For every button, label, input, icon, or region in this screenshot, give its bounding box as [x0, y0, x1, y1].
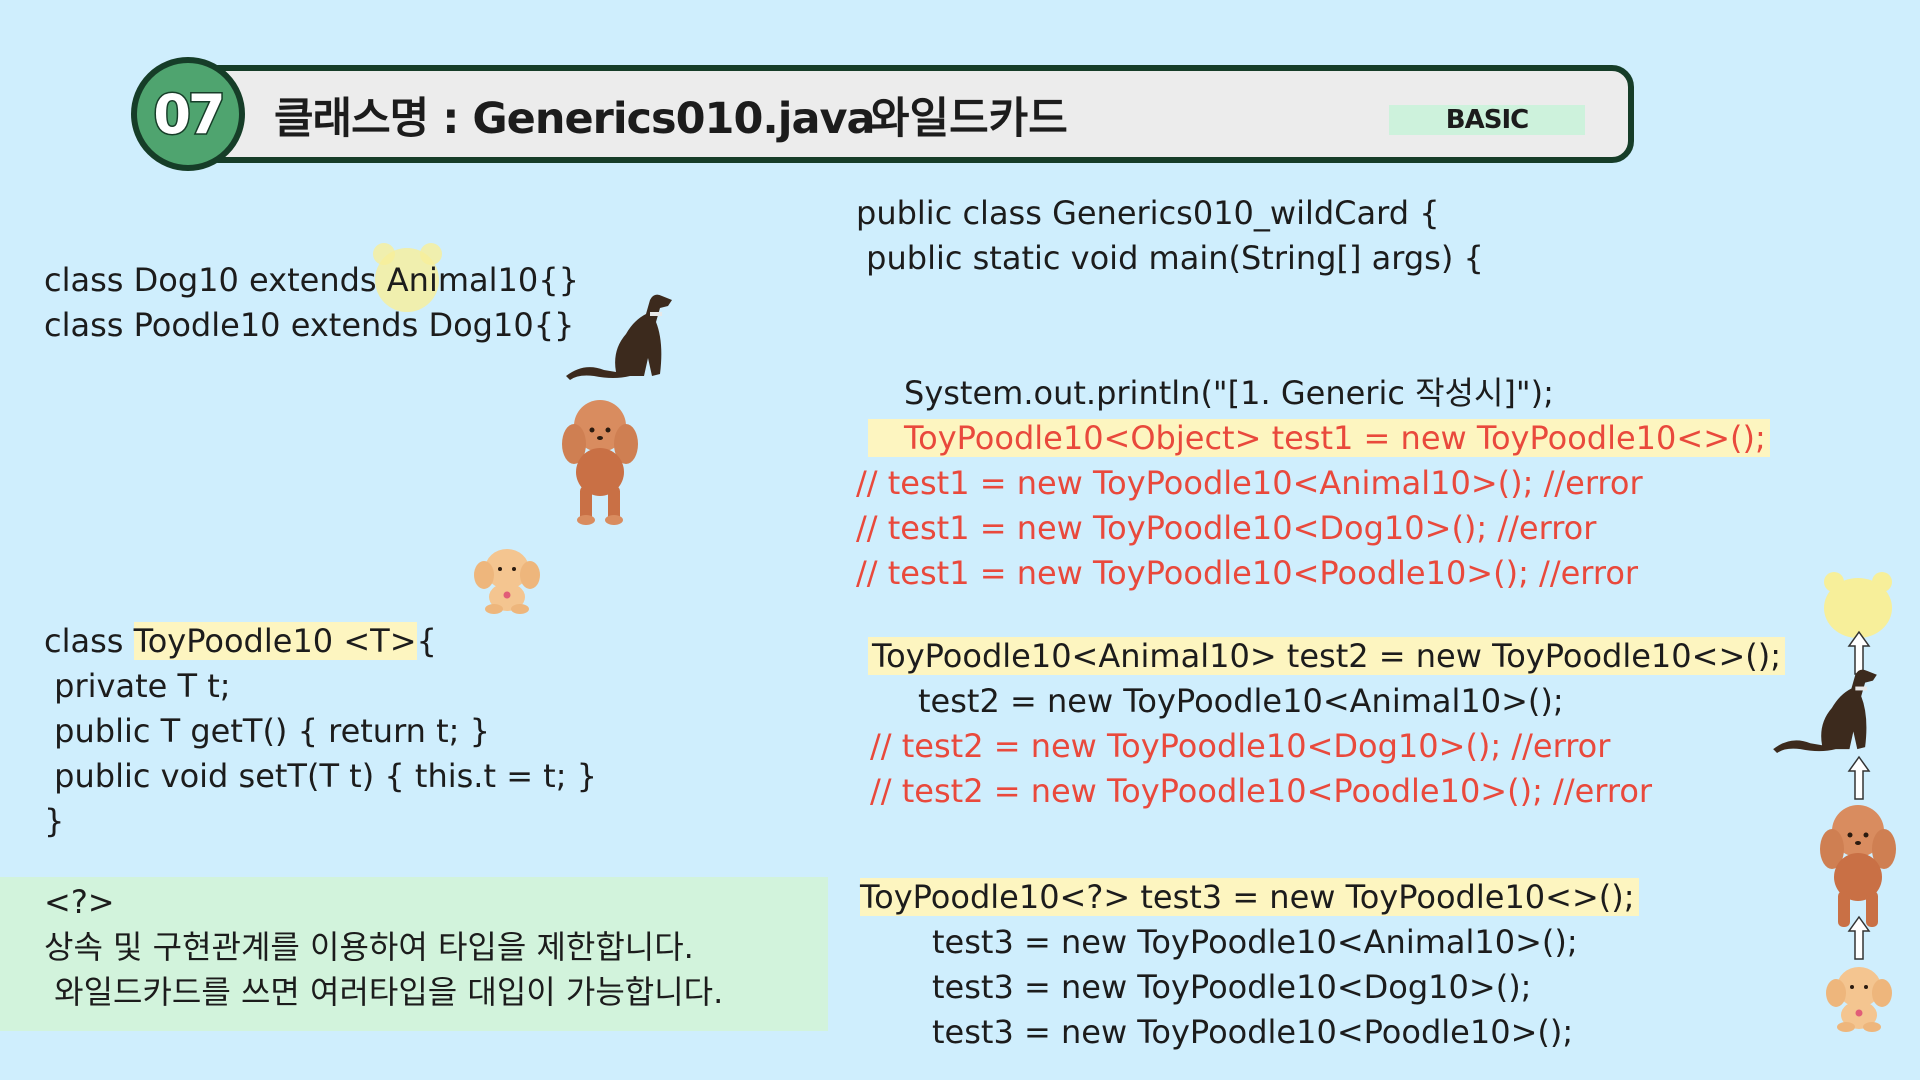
test3-assign-dog: test3 = new ToyPoodle10<Dog10>();	[932, 968, 1532, 1006]
toy-poodle-icon	[1826, 967, 1892, 1032]
class-dog-line: class Dog10 extends Animal10{}	[44, 261, 579, 299]
up-arrow-icon	[1847, 755, 1871, 800]
test1-declaration-text: ToyPoodle10<Object> test1 = new ToyPoodl…	[868, 419, 1770, 457]
class-close-line: }	[44, 802, 65, 840]
test3-assign-poodle: test3 = new ToyPoodle10<Poodle10>();	[932, 1013, 1574, 1051]
dog-icon	[1773, 669, 1877, 754]
note-line-1: 상속 및 구현관계를 이용하여 타입을 제한합니다.	[44, 928, 694, 966]
poodle-icon	[562, 400, 638, 525]
section-number: 07	[152, 81, 227, 147]
field-line: private T t;	[44, 667, 231, 705]
class-declaration: public class Generics010_wildCard {	[856, 194, 1440, 232]
page-title: 클래스명 : Generics010.java	[274, 94, 876, 144]
test2-declaration-text: ToyPoodle10<Animal10> test2 = new ToyPoo…	[868, 637, 1785, 675]
println-line: System.out.println("[1. Generic 작성시]");	[904, 374, 1554, 412]
note-line-2: 와일드카드를 쓰면 여러타입을 대입이 가능합니다.	[44, 973, 724, 1011]
main-declaration: public static void main(String[] args) {	[856, 239, 1484, 277]
class-open-brace: {	[416, 622, 437, 660]
level-tag: BASIC	[1389, 105, 1585, 135]
note-text: <?> 상속 및 구현관계를 이용하여 타입을 제한합니다. 와일드카드를 쓰면 …	[44, 880, 723, 1015]
class-poodle-line: class Poodle10 extends Dog10{}	[44, 306, 575, 344]
class-toypoodle-line: class ToyPoodle10 <T>{	[44, 619, 437, 664]
class-keyword: class	[44, 622, 134, 660]
test2-declaration: ToyPoodle10<Animal10> test2 = new ToyPoo…	[868, 634, 1785, 679]
page-subtitle: 와일드카드	[870, 94, 1068, 144]
test3-declaration: ToyPoodle10<?> test3 = new ToyPoodle10<>…	[860, 875, 1639, 920]
test2-assign: test2 = new ToyPoodle10<Animal10>();	[918, 682, 1564, 720]
section-number-badge: 07	[131, 57, 245, 171]
setter-line: public void setT(T t) { this.t = t; }	[44, 757, 598, 795]
getter-line: public T getT() { return t; }	[44, 712, 490, 750]
test1-declaration: ToyPoodle10<Object> test1 = new ToyPoodl…	[868, 416, 1770, 461]
note-wildcard: <?>	[44, 883, 115, 921]
test3-assign-animal: test3 = new ToyPoodle10<Animal10>();	[932, 923, 1578, 961]
dog-icon	[566, 294, 672, 380]
test1-error-1: // test1 = new ToyPoodle10<Animal10>(); …	[856, 464, 1643, 502]
up-arrow-icon	[1847, 915, 1871, 960]
test2-error-1: // test2 = new ToyPoodle10<Dog10>(); //e…	[870, 727, 1611, 765]
toy-poodle-icon	[474, 549, 540, 614]
poodle-icon	[1820, 805, 1896, 927]
test1-error-3: // test1 = new ToyPoodle10<Poodle10>(); …	[856, 554, 1639, 592]
test1-error-2: // test1 = new ToyPoodle10<Dog10>(); //e…	[856, 509, 1597, 547]
bear-icon	[1824, 572, 1892, 638]
class-toypoodle-highlight: ToyPoodle10 <T>	[133, 622, 417, 660]
test3-declaration-text: ToyPoodle10<?> test3 = new ToyPoodle10<>…	[860, 878, 1639, 916]
test2-error-2: // test2 = new ToyPoodle10<Poodle10>(); …	[870, 772, 1653, 810]
